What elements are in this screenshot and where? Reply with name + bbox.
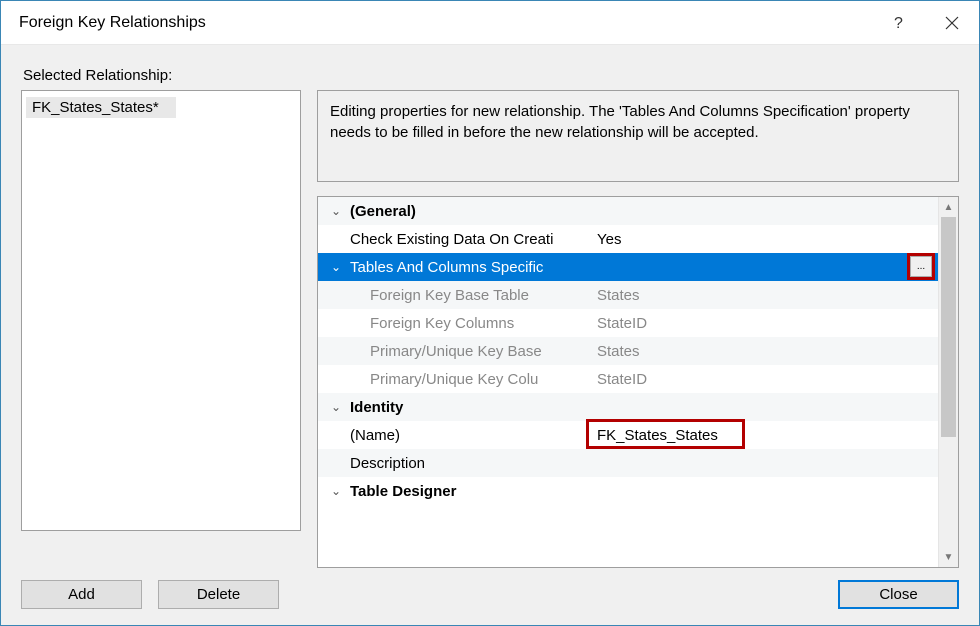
prop-tables-columns-spec[interactable]: ⌄ Tables And Columns Specific ... [318, 253, 938, 281]
prop-fk-base-table[interactable]: Foreign Key Base Table States [318, 281, 938, 309]
help-button[interactable]: ? [871, 1, 925, 45]
scroll-down-icon[interactable]: ▼ [939, 547, 958, 567]
svg-text:?: ? [894, 15, 903, 32]
prop-value: StateID [591, 315, 938, 332]
category-table-designer-label: Table Designer [346, 483, 591, 500]
relationship-list[interactable]: FK_States_States* [21, 90, 301, 531]
category-general-label: (General) [346, 203, 591, 220]
chevron-down-icon[interactable]: ⌄ [326, 484, 346, 498]
titlebar: Foreign Key Relationships ? [1, 1, 979, 45]
close-icon[interactable] [925, 1, 979, 45]
button-row: Add Delete Close [21, 580, 959, 609]
delete-button[interactable]: Delete [158, 580, 279, 609]
category-identity[interactable]: ⌄ Identity [318, 393, 938, 421]
prop-label: (Name) [346, 427, 591, 444]
selected-relationship-label: Selected Relationship: [23, 67, 959, 84]
scroll-up-icon[interactable]: ▲ [939, 197, 958, 217]
prop-pk-columns[interactable]: Primary/Unique Key Colu StateID [318, 365, 938, 393]
category-table-designer[interactable]: ⌄ Table Designer [318, 477, 938, 505]
prop-fk-columns[interactable]: Foreign Key Columns StateID [318, 309, 938, 337]
ellipsis-icon: ... [917, 262, 925, 272]
chevron-down-icon[interactable]: ⌄ [326, 260, 346, 274]
close-button[interactable]: Close [838, 580, 959, 609]
prop-check-existing[interactable]: Check Existing Data On Creati Yes [318, 225, 938, 253]
prop-label: Tables And Columns Specific [346, 259, 591, 276]
foreign-key-relationships-dialog: Foreign Key Relationships ? Selected Rel… [0, 0, 980, 626]
chevron-down-icon[interactable]: ⌄ [326, 400, 346, 414]
prop-label: Primary/Unique Key Colu [346, 371, 591, 388]
ellipsis-button[interactable]: ... [910, 256, 932, 277]
prop-label: Foreign Key Base Table [346, 287, 591, 304]
category-general[interactable]: ⌄ (General) [318, 197, 938, 225]
prop-value: States [591, 287, 938, 304]
description-box: Editing properties for new relationship.… [317, 90, 959, 182]
prop-label: Primary/Unique Key Base [346, 343, 591, 360]
property-grid[interactable]: ⌄ (General) Check Existing Data On Creat… [317, 196, 959, 568]
chevron-down-icon[interactable]: ⌄ [326, 204, 346, 218]
prop-value: States [591, 343, 938, 360]
prop-name[interactable]: (Name) FK_States_States [318, 421, 938, 449]
prop-label: Description [346, 455, 591, 472]
prop-pk-base-table[interactable]: Primary/Unique Key Base States [318, 337, 938, 365]
prop-label: Check Existing Data On Creati [346, 231, 591, 248]
prop-label: Foreign Key Columns [346, 315, 591, 332]
prop-description[interactable]: Description [318, 449, 938, 477]
dialog-title: Foreign Key Relationships [19, 14, 871, 32]
add-button[interactable]: Add [21, 580, 142, 609]
relationship-list-item[interactable]: FK_States_States* [26, 97, 176, 118]
category-identity-label: Identity [346, 399, 591, 416]
vertical-scrollbar[interactable]: ▲ ▼ [938, 197, 958, 567]
dialog-content: Selected Relationship: FK_States_States*… [1, 45, 979, 625]
prop-value[interactable]: FK_States_States [591, 427, 938, 444]
prop-value: StateID [591, 371, 938, 388]
prop-value[interactable]: Yes [591, 231, 938, 248]
scrollbar-thumb[interactable] [941, 217, 956, 437]
